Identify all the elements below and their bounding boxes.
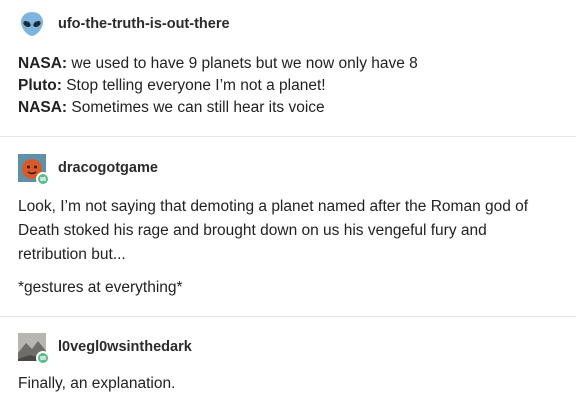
reblog-icon — [36, 351, 50, 365]
grey-photo-avatar-icon[interactable] — [18, 333, 50, 365]
dialogue-line: Pluto: Stop telling everyone I’m not a p… — [18, 77, 326, 95]
post-ufo: ufo-the-truth-is-out-there NASA: we used… — [0, 0, 576, 136]
post-header: l0vegl0wsinthedark — [18, 333, 192, 365]
post-dracogotgame: dracogotgame Look, I’m not saying that d… — [0, 137, 576, 316]
speaker-label: NASA: — [18, 99, 68, 116]
dialogue-text: Stop telling everyone I’m not a planet! — [61, 77, 326, 94]
username[interactable]: ufo-the-truth-is-out-there — [58, 16, 230, 32]
orange-face-avatar-icon[interactable] — [18, 154, 50, 186]
post-body-text: *gestures at everything* — [18, 279, 183, 296]
username[interactable]: l0vegl0wsinthedark — [58, 339, 192, 355]
alien-head-icon[interactable] — [18, 10, 46, 38]
dialogue-line: NASA: we used to have 9 planets but we n… — [18, 55, 418, 73]
username[interactable]: dracogotgame — [58, 160, 158, 176]
speaker-label: NASA: — [18, 55, 68, 72]
post-body-text: Finally, an explanation. — [18, 375, 176, 392]
reblog-icon — [36, 172, 50, 186]
post-header: dracogotgame — [18, 154, 158, 186]
dialogue-line: NASA: Sometimes we can still hear its vo… — [18, 99, 325, 117]
speaker-label: Pluto: — [18, 77, 62, 94]
post-header: ufo-the-truth-is-out-there — [18, 10, 230, 38]
dialogue-text: we used to have 9 planets but we now onl… — [67, 55, 418, 72]
post-body-text: Look, I’m not saying that demoting a pla… — [18, 198, 529, 263]
dialogue-text: Sometimes we can still hear its voice — [67, 99, 325, 116]
post-l0vegl0wsinthedark: l0vegl0wsinthedark Finally, an explanati… — [0, 317, 576, 402]
